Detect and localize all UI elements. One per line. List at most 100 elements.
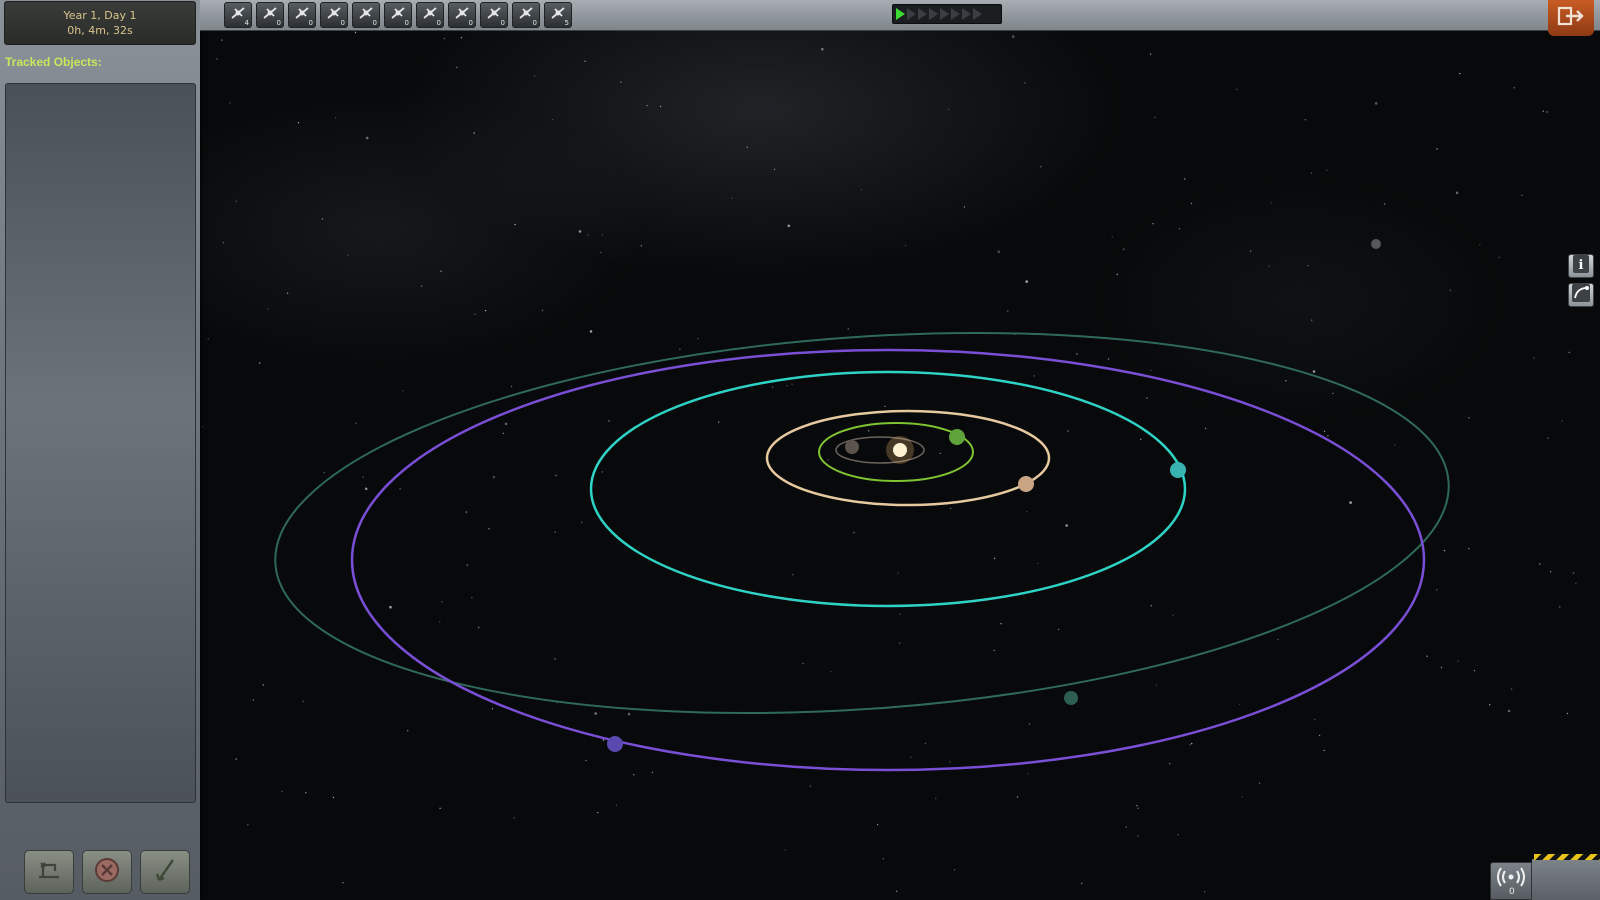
star <box>1327 435 1329 437</box>
star <box>334 117 337 119</box>
planet-teal[interactable] <box>1064 691 1078 705</box>
exit-button[interactable] <box>1548 0 1594 36</box>
planet-cyan[interactable] <box>1170 462 1186 478</box>
sun[interactable] <box>893 443 907 457</box>
timewarp-arrow[interactable] <box>896 8 905 20</box>
star <box>514 223 516 226</box>
star <box>484 309 487 312</box>
timewarp-arrow[interactable] <box>973 8 982 20</box>
commnet-widget[interactable]: 0 <box>1490 862 1532 900</box>
star <box>1539 563 1541 565</box>
star <box>1150 605 1152 607</box>
star <box>1204 891 1206 893</box>
filter-flags-button[interactable]: 0 <box>512 2 540 28</box>
star <box>627 712 631 716</box>
star <box>597 811 599 814</box>
star <box>456 66 458 69</box>
star <box>466 564 468 566</box>
star <box>1459 72 1461 75</box>
timewarp-arrow[interactable] <box>907 8 916 20</box>
star <box>809 785 812 787</box>
filter-asteroids-button[interactable]: 5 <box>544 2 572 28</box>
timewarp-arrow[interactable] <box>918 8 927 20</box>
star <box>1568 351 1570 354</box>
recover-button[interactable] <box>24 850 74 894</box>
filter-rovers-button[interactable]: 0 <box>320 2 348 28</box>
planet-green[interactable] <box>949 429 965 445</box>
star <box>1285 380 1287 382</box>
star <box>533 75 536 77</box>
star <box>1479 244 1481 246</box>
star <box>860 188 863 191</box>
planet-inner[interactable] <box>845 440 859 454</box>
star <box>1028 723 1031 725</box>
star <box>1154 116 1156 119</box>
star <box>1007 310 1009 312</box>
star <box>1521 194 1523 196</box>
timewarp-arrow[interactable] <box>951 8 960 20</box>
terminate-button[interactable] <box>82 850 132 894</box>
star <box>1561 420 1563 422</box>
star <box>910 756 912 758</box>
filter-stations-button[interactable]: 0 <box>416 2 444 28</box>
star <box>1184 178 1186 180</box>
map-view[interactable] <box>200 0 1600 900</box>
star <box>1239 703 1241 706</box>
star <box>821 47 824 51</box>
filter-bases-button[interactable]: 0 <box>448 2 476 28</box>
orbit-button[interactable] <box>1568 283 1594 307</box>
filter-eva-button[interactable]: 0 <box>480 2 508 28</box>
star <box>1026 511 1028 513</box>
star <box>993 557 996 560</box>
star <box>488 528 490 530</box>
planet-tan[interactable] <box>1018 476 1034 492</box>
filter-count: 0 <box>372 19 377 27</box>
star <box>222 242 225 244</box>
star <box>443 37 446 40</box>
star <box>830 670 832 673</box>
star <box>221 39 223 41</box>
recover-icon <box>35 857 63 887</box>
time-label: 0h, 4m, 32s <box>67 24 133 37</box>
filter-probes-button[interactable]: 0 <box>288 2 316 28</box>
star <box>1000 623 1002 625</box>
filter-count: 0 <box>308 19 313 27</box>
timewarp-arrow[interactable] <box>962 8 971 20</box>
timewarp-arrow[interactable] <box>929 8 938 20</box>
star <box>1111 236 1113 238</box>
fly-button[interactable] <box>140 850 190 894</box>
orbit-icon <box>1572 284 1590 306</box>
star <box>1155 684 1158 686</box>
star <box>1349 501 1352 504</box>
star <box>216 58 218 60</box>
orbit-map[interactable] <box>200 0 1600 900</box>
star <box>347 254 349 256</box>
orbit-cyan[interactable] <box>589 370 1187 608</box>
star <box>474 313 476 315</box>
star <box>697 338 699 340</box>
star <box>897 572 899 574</box>
star <box>1549 571 1552 573</box>
star <box>465 511 468 513</box>
star <box>354 31 357 34</box>
star <box>235 758 237 760</box>
star <box>1468 417 1470 419</box>
date-label: Year 1, Day 1 <box>63 9 137 22</box>
info-button[interactable]: i <box>1568 254 1594 278</box>
star <box>362 476 364 478</box>
planet-purple[interactable] <box>607 736 623 752</box>
star <box>827 459 829 461</box>
tracked-objects-list[interactable] <box>5 83 196 803</box>
filter-landers-button[interactable]: 0 <box>352 2 380 28</box>
filter-unknown-button[interactable]: 0 <box>256 2 284 28</box>
star <box>1270 202 1272 204</box>
orbit-outer[interactable] <box>262 296 1461 749</box>
time-warp-indicator[interactable] <box>892 4 1002 24</box>
filter-ships-button[interactable]: 0 <box>384 2 412 28</box>
timewarp-arrow[interactable] <box>940 8 949 20</box>
star <box>342 882 344 884</box>
star <box>1323 430 1326 433</box>
star <box>305 792 307 794</box>
star <box>1081 882 1083 885</box>
filter-debris-button[interactable]: 4 <box>224 2 252 28</box>
